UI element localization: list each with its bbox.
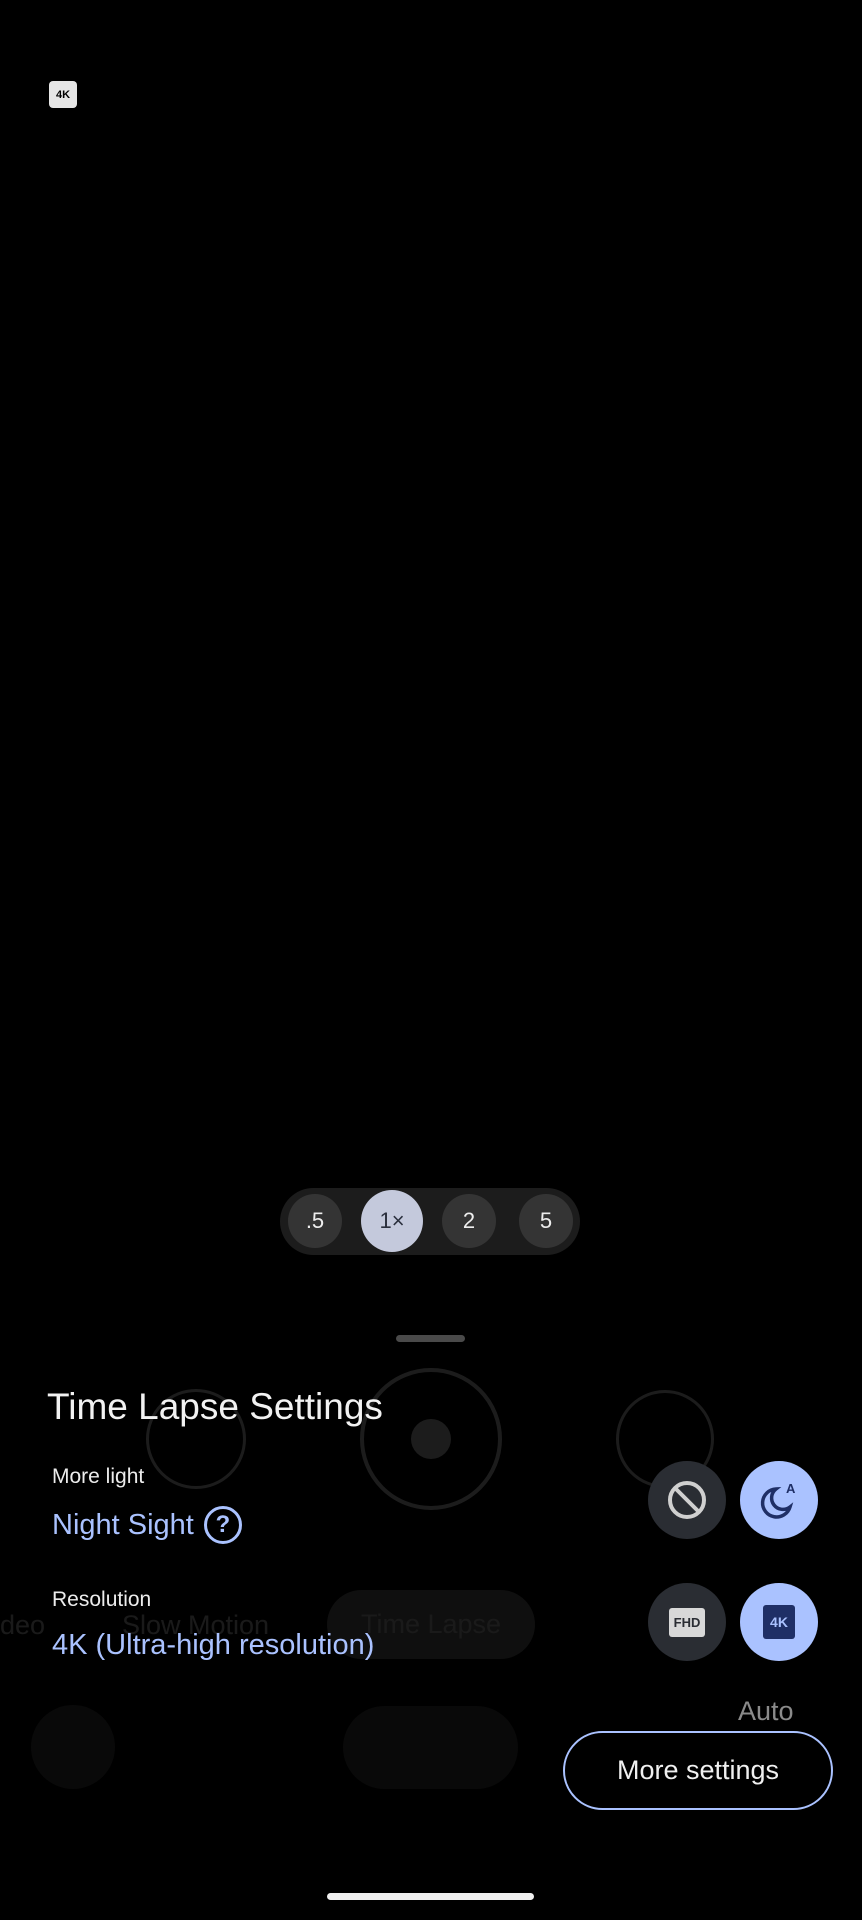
resolution-value: 4K (Ultra-high resolution): [52, 1629, 375, 1661]
zoom-0.5-button[interactable]: .5: [288, 1194, 342, 1248]
mode-video: deo: [0, 1610, 46, 1640]
record-dot-icon: [411, 1419, 451, 1459]
night-sight-text: Night Sight: [52, 1508, 194, 1541]
resolution-badge: 4K: [49, 81, 77, 108]
resolution-label: Resolution: [52, 1588, 152, 1611]
sheet-title: Time Lapse Settings: [47, 1386, 383, 1427]
zoom-5-button[interactable]: 5: [519, 1194, 573, 1248]
resolution-4k-button[interactable]: 4K: [740, 1583, 818, 1661]
help-icon[interactable]: ?: [203, 1506, 242, 1544]
more-light-value: Night Sight ?: [52, 1506, 242, 1544]
more-light-label: More light: [52, 1465, 145, 1488]
night-sight-off-button[interactable]: [648, 1461, 726, 1539]
zoom-1x-button[interactable]: 1×: [361, 1190, 423, 1252]
zoom-2-button[interactable]: 2: [442, 1194, 496, 1248]
night-auto-icon: A: [760, 1481, 796, 1519]
night-sight-auto-button[interactable]: A: [740, 1461, 818, 1539]
4k-icon: 4K: [763, 1605, 795, 1639]
settings-gear-icon: [31, 1705, 115, 1789]
home-indicator[interactable]: [327, 1893, 534, 1900]
auto-label: Auto: [738, 1696, 794, 1726]
block-icon: [668, 1481, 706, 1519]
resolution-fhd-button[interactable]: FHD: [648, 1583, 726, 1661]
svg-text:A: A: [786, 1481, 796, 1496]
more-settings-button[interactable]: More settings: [563, 1731, 833, 1810]
sheet-drag-handle[interactable]: [396, 1335, 465, 1342]
fhd-icon: FHD: [668, 1607, 706, 1637]
photo-video-toggle: [343, 1706, 518, 1789]
